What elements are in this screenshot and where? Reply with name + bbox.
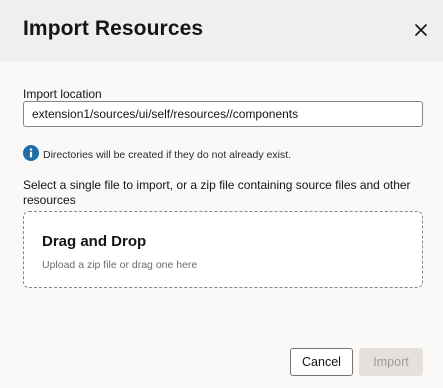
info-text: Directories will be created if they do n… [43,149,292,161]
info-message: Directories will be created if they do n… [23,145,291,161]
close-icon [415,24,427,36]
file-instructions: Select a single file to import, or a zip… [23,178,411,207]
import-button[interactable]: Import [359,348,423,376]
import-location-label: Import location [23,87,102,101]
dropzone-subtitle: Upload a zip file or drag one here [42,259,198,271]
cancel-button[interactable]: Cancel [290,348,353,376]
dialog-title: Import Resources [23,17,204,40]
info-icon [23,145,39,161]
dialog-header: Import Resources [0,0,443,61]
import-location-input[interactable] [23,101,423,127]
close-button[interactable] [408,17,434,43]
dropzone-title: Drag and Drop [42,233,147,250]
file-dropzone[interactable]: Drag and Drop Upload a zip file or drag … [23,211,423,288]
import-resources-dialog: Import Resources Import location Directo… [0,0,443,388]
